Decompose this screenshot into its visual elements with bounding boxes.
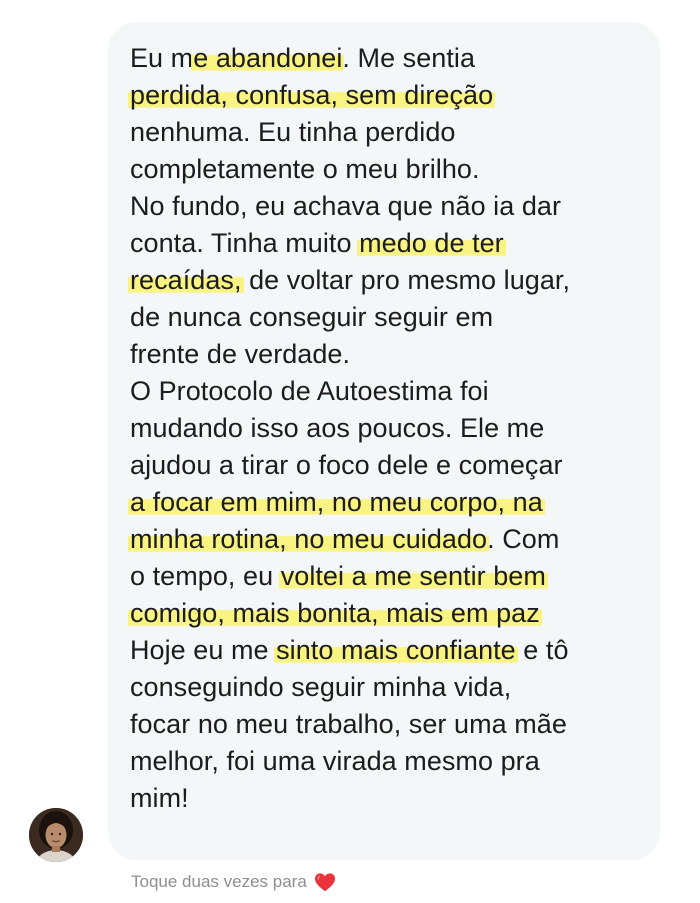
message-text-segment: conta. Tinha muito — [130, 228, 360, 258]
double-tap-hint: Toque duas vezes para — [131, 870, 337, 894]
message-line: de nunca conseguir seguir em — [130, 299, 650, 336]
message-paragraph: Eu me abandonei. Me sentia perdida, confu… — [128, 40, 650, 188]
message-text-segment: . Me sentia — [342, 43, 476, 73]
avatar-photo-icon — [29, 808, 83, 862]
message-line: perdida, confusa, sem direção — [128, 77, 650, 114]
highlighted-text: perdida, confusa, sem direção — [128, 80, 496, 110]
message-line: recaídas, de voltar pro mesmo lugar, — [128, 262, 650, 299]
double-tap-hint-text: Toque duas vezes para — [131, 872, 307, 891]
highlighted-text: comigo, mais bonita, mais em paz — [128, 598, 542, 628]
message-line: conta. Tinha muito medo de ter — [130, 225, 650, 262]
message-text-segment: de nunca conseguir seguir em — [130, 302, 494, 332]
heart-icon[interactable] — [313, 870, 337, 894]
message-text-segment: completamente o meu brilho. — [130, 154, 480, 184]
message-text-segment: ajudou a tirar o foco dele e começar — [130, 450, 563, 480]
highlighted-text: sinto mais confiante — [274, 635, 518, 665]
message-text-segment: e tô — [515, 635, 569, 665]
message-text: Eu me abandonei. Me sentia perdida, confu… — [128, 40, 650, 817]
message-text-segment: o tempo, eu — [130, 561, 281, 591]
message-text-segment: frente de verdade. — [130, 339, 351, 369]
message-line: conseguindo seguir minha vida, — [130, 669, 650, 706]
message-line: comigo, mais bonita, mais em paz — [128, 595, 650, 632]
message-line: Hoje eu me sinto mais confiante e tô — [130, 632, 650, 669]
message-line: completamente o meu brilho. — [130, 151, 650, 188]
message-line: nenhuma. Eu tinha perdido — [130, 114, 650, 151]
message-line: Eu me abandonei. Me sentia — [130, 40, 650, 77]
message-line: frente de verdade. — [130, 336, 650, 373]
highlighted-text: a focar em mim, no meu corpo, na — [128, 487, 545, 517]
highlighted-text: medo de ter — [357, 228, 506, 258]
message-line: o tempo, eu voltei a me sentir bem — [130, 558, 650, 595]
highlighted-text: voltei a me sentir bem — [278, 561, 548, 591]
message-line: a focar em mim, no meu corpo, na — [128, 484, 650, 521]
message-text-segment: nenhuma. Eu tinha perdido — [130, 117, 456, 147]
message-line: No fundo, eu achava que não ia dar — [130, 188, 650, 225]
message-line: melhor, foi uma virada mesmo pra — [130, 743, 650, 780]
message-text-segment: Hoje eu me — [130, 635, 277, 665]
message-text-segment: Eu m — [130, 43, 194, 73]
message-line: mudando isso aos poucos. Ele me — [130, 410, 650, 447]
dm-conversation: Eu me abandonei. Me sentia perdida, confu… — [0, 0, 700, 903]
sender-avatar[interactable] — [29, 808, 83, 862]
message-text-segment: O Protocolo de Autoestima foi — [130, 376, 489, 406]
highlighted-text: minha rotina, no meu cuidado — [128, 524, 490, 554]
message-text-segment: . Com — [487, 524, 560, 554]
message-line: focar no meu trabalho, ser uma mãe — [130, 706, 650, 743]
message-text-segment: No fundo, eu achava que não ia dar — [130, 191, 562, 221]
message-text-segment: conseguindo seguir minha vida, — [130, 672, 512, 702]
message-text-segment: mudando isso aos poucos. Ele me — [130, 413, 545, 443]
message-line: minha rotina, no meu cuidado. Com — [128, 521, 650, 558]
highlighted-text: e abandonei — [191, 43, 345, 73]
message-line: O Protocolo de Autoestima foi — [130, 373, 650, 410]
message-text-segment: melhor, foi uma virada mesmo pra — [130, 746, 540, 776]
message-line: ajudou a tirar o foco dele e começar — [130, 447, 650, 484]
message-text-segment: de voltar pro mesmo lugar, — [241, 265, 571, 295]
highlighted-text: recaídas, — [128, 265, 244, 295]
message-text-segment: mim! — [130, 783, 189, 813]
message-line: mim! — [130, 780, 650, 817]
message-text-segment: focar no meu trabalho, ser uma mãe — [130, 709, 567, 739]
message-paragraph: O Protocolo de Autoestima foi mudando iss… — [128, 373, 650, 817]
message-paragraph: No fundo, eu achava que não ia dar conta.… — [128, 188, 650, 373]
